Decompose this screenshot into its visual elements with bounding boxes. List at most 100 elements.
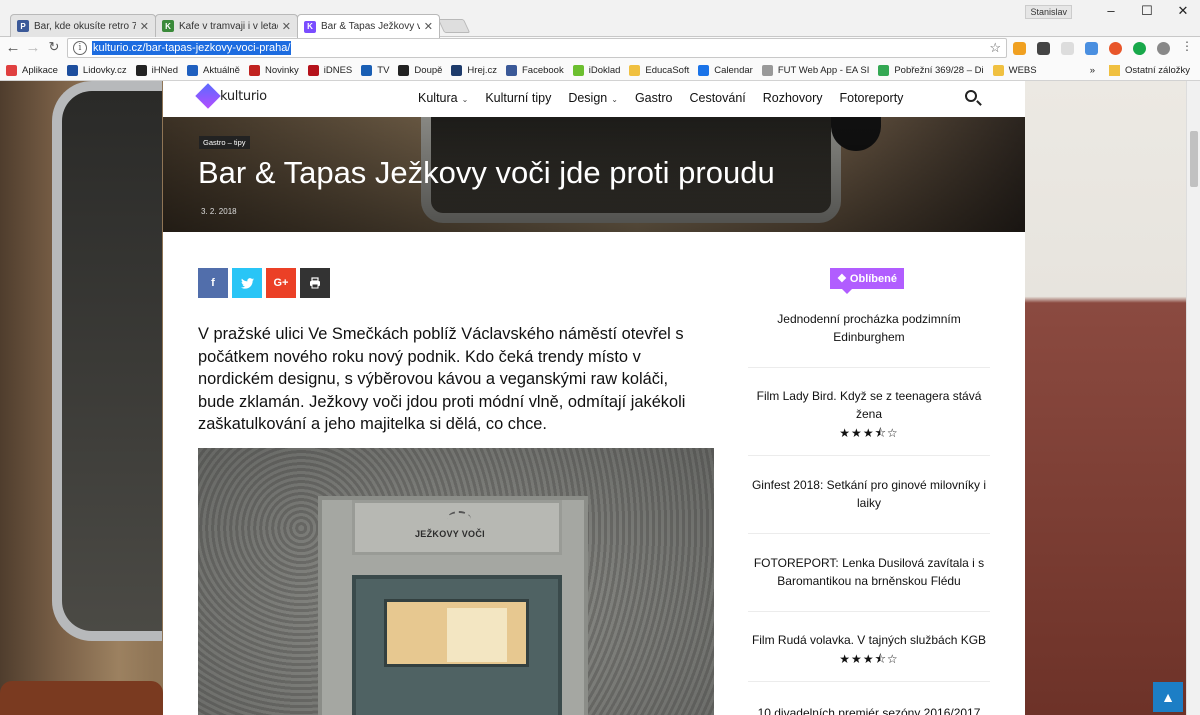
- googleplus-share-button[interactable]: G+: [266, 268, 296, 298]
- extension-icon[interactable]: [1037, 42, 1050, 55]
- popular-item-title[interactable]: Jednodenní procházka podzimním Edinburgh…: [748, 310, 990, 346]
- site-info-icon[interactable]: i: [73, 41, 87, 55]
- menu-item-cestování[interactable]: Cestování: [689, 91, 745, 105]
- browser-tab-3-active[interactable]: K Bar & Tapas Ježkovy voči ✕: [297, 14, 440, 38]
- popular-item-title[interactable]: Film Rudá volavka. V tajných službách KG…: [748, 631, 990, 649]
- bookmark-item[interactable]: iDoklad: [572, 64, 620, 76]
- reload-icon[interactable]: ↻: [45, 39, 63, 55]
- bookmark-label: WEBS: [1008, 64, 1037, 76]
- menu-item-kultura[interactable]: Kultura ⌄: [418, 91, 468, 105]
- bookmark-item[interactable]: iDNES: [307, 64, 353, 76]
- extension-icon[interactable]: [1109, 42, 1122, 55]
- address-bar[interactable]: i kulturio.cz/bar-tapas-jezkovy-voci-pra…: [67, 38, 1007, 58]
- popular-item-title[interactable]: 10 divadelních premiér sezóny 2016/2017: [748, 704, 990, 715]
- facebook-share-button[interactable]: f: [198, 268, 228, 298]
- twitter-share-button[interactable]: [232, 268, 262, 298]
- bookmark-item[interactable]: TV: [361, 64, 389, 76]
- menu-item-label: Kultura: [418, 91, 458, 105]
- menu-item-design[interactable]: Design ⌄: [568, 91, 618, 105]
- bookmark-label: Facebook: [521, 64, 564, 76]
- popular-item[interactable]: Film Lady Bird. Když se z teenagera stáv…: [748, 387, 990, 442]
- minimize-icon[interactable]: –: [1096, 3, 1126, 18]
- bookmarks-more-button[interactable]: »: [1090, 65, 1095, 76]
- bookmark-label: EducaSoft: [645, 64, 690, 76]
- bookmark-item[interactable]: iHNed: [135, 64, 178, 76]
- profile-name[interactable]: Stanislav: [1025, 5, 1072, 19]
- scrollbar-thumb[interactable]: [1190, 131, 1198, 187]
- bookmark-item[interactable]: Facebook: [505, 64, 564, 76]
- extension-icon[interactable]: [1085, 42, 1098, 55]
- tab-title: Kafe v tramvaji i v letadle: [179, 20, 278, 32]
- bookmark-favicon-icon: [361, 64, 373, 76]
- print-button[interactable]: [300, 268, 330, 298]
- bookmark-favicon-icon: [505, 64, 517, 76]
- back-to-top-button[interactable]: ▲: [1153, 682, 1183, 712]
- close-window-icon[interactable]: ✕: [1168, 3, 1198, 19]
- search-icon[interactable]: [965, 90, 977, 102]
- bookmark-label: iDNES: [323, 64, 353, 76]
- close-icon[interactable]: ✕: [282, 20, 291, 33]
- other-bookmarks[interactable]: Ostatní záložky: [1125, 65, 1190, 76]
- menu-kebab-icon[interactable]: ⋮: [1178, 39, 1196, 53]
- popular-item-title[interactable]: Ginfest 2018: Setkání pro ginové milovní…: [748, 476, 990, 512]
- back-icon[interactable]: ←: [4, 39, 22, 56]
- bookmark-item[interactable]: Lidovky.cz: [66, 64, 127, 76]
- menu-item-label: Rozhovory: [762, 91, 823, 105]
- extension-icon[interactable]: [1013, 42, 1026, 55]
- maximize-icon[interactable]: ☐: [1132, 3, 1162, 19]
- door-window: [384, 599, 529, 667]
- bookmark-favicon-icon: [992, 64, 1004, 76]
- popular-item-title[interactable]: FOTOREPORT: Lenka Dusilová zavítala i s …: [748, 554, 990, 590]
- bookmark-item[interactable]: Pobřežní 369/28 – Di: [878, 64, 984, 76]
- close-icon[interactable]: ✕: [140, 20, 149, 33]
- site-logo[interactable]: kulturio: [195, 83, 267, 109]
- extension-icon[interactable]: [1157, 42, 1170, 55]
- forward-icon[interactable]: →: [24, 39, 42, 56]
- bookmark-item[interactable]: Doupě: [398, 64, 443, 76]
- article-title: Bar & Tapas Ježkovy voči jde proti proud…: [198, 155, 775, 190]
- photo-sign: JEŽKOVY VOČI: [352, 500, 562, 555]
- bookmark-item[interactable]: Calendar: [698, 64, 753, 76]
- menu-item-label: Cestování: [689, 91, 746, 105]
- popular-item[interactable]: 10 divadelních premiér sezóny 2016/2017: [748, 704, 990, 715]
- menu-item-gastro[interactable]: Gastro: [635, 91, 673, 105]
- bookmark-label: FUT Web App - EA SI: [777, 64, 870, 76]
- bookmark-label: Hrej.cz: [467, 64, 497, 76]
- menu-item-rozhovory[interactable]: Rozhovory: [763, 91, 823, 105]
- divider: [748, 681, 990, 682]
- bookmark-item[interactable]: EducaSoft: [629, 64, 690, 76]
- popular-item[interactable]: Ginfest 2018: Setkání pro ginové milovní…: [748, 476, 990, 512]
- popular-item[interactable]: FOTOREPORT: Lenka Dusilová zavítala i s …: [748, 554, 990, 590]
- bookmark-item[interactable]: Aktuálně: [186, 64, 240, 76]
- extension-icon[interactable]: [1061, 42, 1074, 55]
- bookmark-label: Calendar: [714, 64, 753, 76]
- site-content: kulturio Kultura ⌄ Kulturní tipy Design ⌄ Gas…: [163, 81, 1025, 715]
- bookmark-item[interactable]: Aplikace: [6, 64, 58, 76]
- bookmark-label: Aktuálně: [202, 64, 240, 76]
- category-tag[interactable]: Gastro – tipy: [199, 136, 250, 149]
- popular-item[interactable]: Jednodenní procházka podzimním Edinburgh…: [748, 310, 990, 346]
- browser-tab-2[interactable]: K Kafe v tramvaji i v letadle ✕: [155, 14, 298, 37]
- bookmark-item[interactable]: WEBS: [992, 64, 1037, 76]
- popular-item[interactable]: Film Rudá volavka. V tajných službách KG…: [748, 631, 990, 668]
- menu-item-kulturní-tipy[interactable]: Kulturní tipy: [485, 91, 551, 105]
- page-scrollbar[interactable]: [1186, 81, 1200, 715]
- tab-title: Bar & Tapas Ježkovy voči: [321, 21, 420, 32]
- bookmark-label: Lidovky.cz: [82, 64, 127, 76]
- bookmark-favicon-icon: [572, 64, 584, 76]
- bookmark-star-icon[interactable]: ☆: [989, 40, 1001, 56]
- menu-item-label: Gastro: [634, 91, 673, 105]
- popular-item-title[interactable]: Film Lady Bird. Když se z teenagera stáv…: [748, 387, 990, 423]
- url-text[interactable]: kulturio.cz/bar-tapas-jezkovy-voci-praha…: [92, 41, 292, 55]
- extension-icon[interactable]: [1133, 42, 1146, 55]
- bookmark-favicon-icon: [135, 64, 147, 76]
- menu-item-fotoreporty[interactable]: Fotoreporty: [840, 91, 904, 105]
- close-icon[interactable]: ✕: [424, 20, 433, 33]
- bookmark-item[interactable]: FUT Web App - EA SI: [761, 64, 870, 76]
- chevron-down-icon: ⌄: [611, 95, 618, 104]
- bookmark-label: Doupě: [414, 64, 443, 76]
- bookmark-item[interactable]: Novinky: [248, 64, 299, 76]
- new-tab-button[interactable]: [437, 19, 471, 33]
- bookmark-item[interactable]: Hrej.cz: [451, 64, 497, 76]
- browser-tab-1[interactable]: P Bar, kde okusíte retro 70 ✕: [10, 14, 156, 37]
